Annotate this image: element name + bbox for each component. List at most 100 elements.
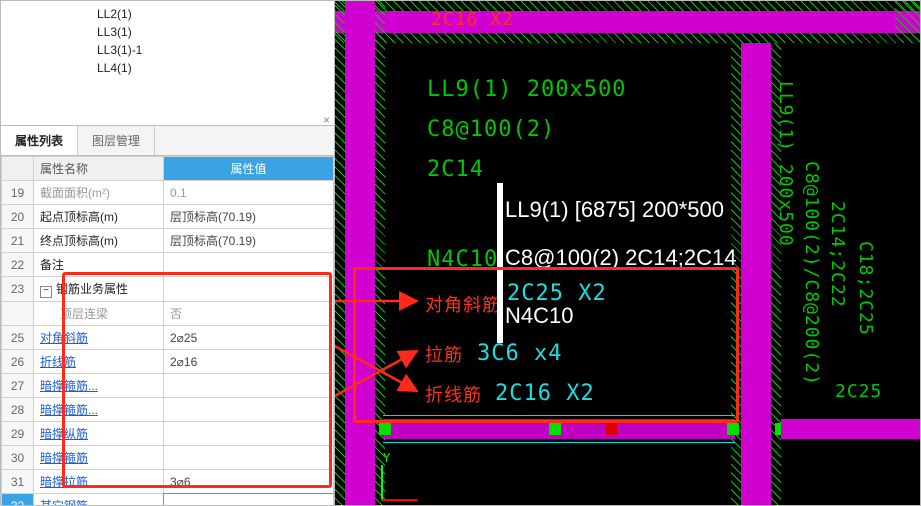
column bbox=[345, 1, 375, 505]
dim-line bbox=[383, 415, 735, 416]
row-number: 21 bbox=[2, 229, 34, 253]
property-row[interactable]: 26折线筋2⌀16 bbox=[2, 350, 334, 374]
property-name: 起点顶标高(m) bbox=[34, 205, 164, 229]
dim-line bbox=[383, 442, 735, 443]
panel-tabs: 属性列表 图层管理 bbox=[1, 126, 334, 156]
col-value: 属性值 bbox=[164, 157, 334, 181]
property-value[interactable] bbox=[164, 494, 334, 506]
grip-handle[interactable] bbox=[549, 423, 561, 435]
hatch bbox=[335, 33, 920, 43]
property-name[interactable]: 暗撑纵筋 bbox=[34, 422, 164, 446]
cad-text: 3C6 x4 bbox=[477, 341, 562, 366]
row-number: 23 bbox=[2, 277, 34, 302]
property-value[interactable] bbox=[164, 277, 334, 302]
property-name[interactable]: 暗撑箍筋... bbox=[34, 374, 164, 398]
property-value[interactable] bbox=[164, 398, 334, 422]
cad-text: C8@100(2) bbox=[427, 117, 555, 142]
property-row[interactable]: 31暗撑拉筋3⌀6 bbox=[2, 470, 334, 494]
property-value[interactable]: 层顶标高(70.19) bbox=[164, 229, 334, 253]
property-value[interactable]: 2⌀25 bbox=[164, 326, 334, 350]
row-number: 30 bbox=[2, 446, 34, 470]
tree-item[interactable]: LL4(1) bbox=[1, 59, 334, 77]
row-number: 29 bbox=[2, 422, 34, 446]
property-row[interactable]: 19截面面积(m²)0.1 bbox=[2, 181, 334, 205]
property-value[interactable]: 0.1 bbox=[164, 181, 334, 205]
property-value[interactable] bbox=[164, 374, 334, 398]
cad-text-vertical: C18;2C25 bbox=[855, 241, 876, 336]
row-number: 25 bbox=[2, 326, 34, 350]
property-name[interactable]: 暗撑拉筋 bbox=[34, 470, 164, 494]
property-row[interactable]: 20起点顶标高(m)层顶标高(70.19) bbox=[2, 205, 334, 229]
property-row[interactable]: 顶层连梁否 bbox=[2, 302, 334, 326]
property-value[interactable]: 层顶标高(70.19) bbox=[164, 205, 334, 229]
cad-text: 2C14 bbox=[427, 157, 484, 182]
row-number: 19 bbox=[2, 181, 34, 205]
grip-handle-selected[interactable] bbox=[605, 423, 617, 435]
property-value[interactable]: 否 bbox=[164, 302, 334, 326]
cad-label: 拉筋 bbox=[425, 341, 463, 367]
property-name[interactable]: 折线筋 bbox=[34, 350, 164, 374]
property-name: −钢筋业务属性 bbox=[34, 277, 164, 302]
property-name: 截面面积(m²) bbox=[34, 181, 164, 205]
property-name[interactable]: 暗撑箍筋... bbox=[34, 398, 164, 422]
property-row[interactable]: 23−钢筋业务属性 bbox=[2, 277, 334, 302]
row-number: 27 bbox=[2, 374, 34, 398]
tab-properties[interactable]: 属性列表 bbox=[1, 126, 78, 155]
tree-item[interactable]: LL3(1)-1 bbox=[1, 41, 334, 59]
axis-x bbox=[381, 499, 417, 501]
property-name: 备注 bbox=[34, 253, 164, 277]
property-name[interactable]: 暗撑箍筋 bbox=[34, 446, 164, 470]
tree-item[interactable]: LL2(1) bbox=[1, 5, 334, 23]
cad-text: N4C10 bbox=[427, 247, 498, 272]
cad-label: 折线筋 bbox=[425, 381, 482, 407]
close-icon[interactable]: × bbox=[323, 113, 330, 126]
cad-text: LL9(1) 200x500 bbox=[427, 77, 626, 102]
cad-text: 2C16 X2 bbox=[431, 9, 514, 30]
property-name: 终点顶标高(m) bbox=[34, 229, 164, 253]
row-number: 20 bbox=[2, 205, 34, 229]
cad-text: 2C16 X2 bbox=[495, 381, 595, 406]
cursor-crosshair bbox=[497, 183, 503, 343]
tooltip-line: C8@100(2) 2C14;2C14 bbox=[505, 245, 736, 271]
row-number: 32 bbox=[2, 494, 34, 506]
property-grid[interactable]: 属性名称 属性值 19截面面积(m²)0.120起点顶标高(m)层顶标高(70.… bbox=[1, 156, 334, 505]
tab-layers[interactable]: 图层管理 bbox=[78, 126, 155, 155]
property-value[interactable] bbox=[164, 446, 334, 470]
tooltip-line: LL9(1) [6875] 200*500 bbox=[505, 197, 724, 223]
row-number bbox=[2, 302, 34, 326]
axis-y-label: Y bbox=[383, 451, 390, 465]
cad-label: 对角斜筋 bbox=[425, 291, 501, 317]
property-value[interactable]: 3⌀6 bbox=[164, 470, 334, 494]
property-row[interactable]: 27暗撑箍筋... bbox=[2, 374, 334, 398]
axis-y bbox=[381, 465, 383, 501]
left-panel: LL2(1) LL3(1) LL3(1)-1 LL4(1) × 属性列表 图层管… bbox=[1, 1, 335, 505]
property-name[interactable]: 其它钢筋 bbox=[34, 494, 164, 506]
grip-handle[interactable] bbox=[379, 423, 391, 435]
row-number: 28 bbox=[2, 398, 34, 422]
property-value[interactable] bbox=[164, 422, 334, 446]
beam bbox=[335, 11, 920, 33]
cad-canvas[interactable]: 2C16 X2 LL9(1) 200x500 C8@100(2) 2C14 N4… bbox=[335, 1, 920, 505]
col-rownum bbox=[2, 157, 34, 181]
property-value[interactable] bbox=[164, 253, 334, 277]
property-row[interactable]: 32其它钢筋 bbox=[2, 494, 334, 506]
property-row[interactable]: 22备注 bbox=[2, 253, 334, 277]
property-row[interactable]: 21终点顶标高(m)层顶标高(70.19) bbox=[2, 229, 334, 253]
cad-text-vertical: 2C14;2C22 bbox=[827, 201, 848, 308]
hatch bbox=[895, 1, 920, 43]
grip-handle[interactable] bbox=[727, 423, 739, 435]
property-name[interactable]: 对角斜筋 bbox=[34, 326, 164, 350]
collapse-icon[interactable]: − bbox=[40, 286, 52, 298]
col-name: 属性名称 bbox=[34, 157, 164, 181]
hatch bbox=[335, 1, 345, 505]
row-number: 26 bbox=[2, 350, 34, 374]
property-row[interactable]: 29暗撑纵筋 bbox=[2, 422, 334, 446]
property-row[interactable]: 30暗撑箍筋 bbox=[2, 446, 334, 470]
property-value[interactable]: 2⌀16 bbox=[164, 350, 334, 374]
property-name: 顶层连梁 bbox=[34, 302, 164, 326]
property-row[interactable]: 28暗撑箍筋... bbox=[2, 398, 334, 422]
tree-item[interactable]: LL3(1) bbox=[1, 23, 334, 41]
row-number: 22 bbox=[2, 253, 34, 277]
property-row[interactable]: 25对角斜筋2⌀25 bbox=[2, 326, 334, 350]
tooltip-line: N4C10 bbox=[505, 303, 573, 329]
